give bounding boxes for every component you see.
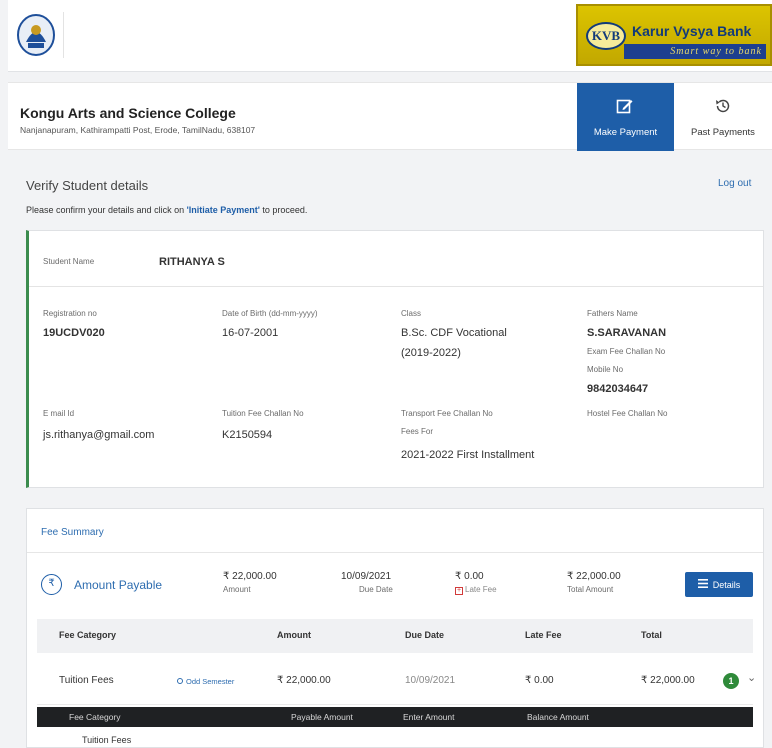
father-name-label: Fathers Name bbox=[587, 309, 638, 318]
semester-tag: Odd Semester bbox=[177, 677, 234, 686]
sub-col-balance: Balance Amount bbox=[527, 712, 589, 722]
late-fee-plus-icon: + bbox=[455, 587, 463, 595]
late-fee-value: ₹ 0.00 bbox=[455, 571, 484, 582]
instructions-tail: to proceed. bbox=[259, 205, 308, 215]
due-date-value: 10/09/2021 bbox=[341, 571, 392, 582]
row-late-fee: ₹ 0.00 bbox=[525, 675, 554, 686]
amount-payable-label: Amount Payable bbox=[74, 578, 163, 592]
bank-logo-abbr: KVB bbox=[586, 22, 626, 50]
amount-caption: Amount bbox=[223, 585, 251, 594]
fees-for-label: Fees For bbox=[401, 427, 434, 436]
dob-label: Date of Birth (dd-mm-yyyy) bbox=[222, 309, 318, 318]
top-header: KVB Karur Vysya Bank Smart way to bank bbox=[8, 0, 772, 72]
amount-payable-row: ₹ Amount Payable ₹ 22,000.00 Amount 10/0… bbox=[27, 552, 763, 615]
late-fee-caption-text: Late Fee bbox=[465, 585, 497, 594]
student-details-card: Student Name RITHANYA S Registration no … bbox=[26, 230, 764, 488]
sub-col-enter: Enter Amount bbox=[403, 712, 455, 722]
tuition-challan-value: K2150594 bbox=[222, 429, 273, 441]
bank-tagline: Smart way to bank bbox=[624, 44, 766, 59]
make-payment-label: Make Payment bbox=[593, 127, 658, 138]
due-date-caption: Due Date bbox=[359, 585, 393, 594]
late-fee-caption: + Late Fee bbox=[455, 585, 497, 595]
student-name-row: Student Name RITHANYA S bbox=[29, 231, 763, 287]
verify-instructions: Please confirm your details and click on… bbox=[26, 205, 307, 215]
logout-link[interactable]: Log out bbox=[718, 178, 751, 189]
initiate-payment-hint: 'Initiate Payment' bbox=[186, 205, 260, 215]
row-fee-category: Tuition Fees bbox=[59, 675, 114, 686]
mobile-label: Mobile No bbox=[587, 365, 624, 374]
email-label: E mail Id bbox=[43, 409, 75, 418]
col-late-fee: Late Fee bbox=[525, 630, 562, 640]
sub-table-header: Fee Category Payable Amount Enter Amount… bbox=[37, 707, 753, 727]
past-payments-button[interactable]: Past Payments bbox=[674, 83, 772, 151]
college-emblem-icon bbox=[14, 12, 64, 58]
class-label: Class bbox=[401, 309, 422, 318]
semester-radio-icon bbox=[177, 678, 183, 684]
sub-table-row: Tuition Fees bbox=[37, 727, 753, 748]
college-address: Nanjanapuram, Kathirampatti Post, Erode,… bbox=[20, 125, 256, 135]
mobile-value: 9842034647 bbox=[587, 383, 649, 395]
history-icon bbox=[714, 97, 732, 118]
fee-summary-title: Fee Summary bbox=[41, 527, 104, 538]
past-payments-label: Past Payments bbox=[691, 127, 755, 138]
col-amount: Amount bbox=[277, 630, 311, 640]
hostel-challan-label: Hostel Fee Challan No bbox=[587, 409, 668, 418]
col-fee-category: Fee Category bbox=[59, 630, 117, 640]
sub-col-fee-category: Fee Category bbox=[69, 712, 121, 722]
rupee-icon: ₹ bbox=[41, 574, 62, 595]
fees-for-value: 2021-2022 First Installment bbox=[401, 449, 535, 461]
semester-tag-text: Odd Semester bbox=[186, 677, 235, 686]
registration-label: Registration no bbox=[43, 309, 97, 318]
sub-col-payable: Payable Amount bbox=[291, 712, 353, 722]
page-title: Verify Student details bbox=[26, 178, 149, 193]
menu-icon bbox=[697, 579, 708, 590]
total-amount-caption: Total Amount bbox=[567, 585, 614, 594]
row-total: ₹ 22,000.00 bbox=[641, 675, 695, 686]
college-bar: Kongu Arts and Science College Nanjanapu… bbox=[8, 82, 772, 151]
row-due-date: 10/09/2021 bbox=[405, 675, 456, 686]
student-name-value: RITHANYA S bbox=[159, 256, 225, 268]
registration-value: 19UCDV020 bbox=[43, 327, 105, 339]
col-total: Total bbox=[641, 630, 662, 640]
fee-summary-card: Fee Summary ₹ Amount Payable ₹ 22,000.00… bbox=[26, 508, 764, 748]
exam-challan-label: Exam Fee Challan No bbox=[587, 347, 666, 356]
tuition-challan-label: Tuition Fee Challan No bbox=[222, 409, 304, 418]
edit-icon bbox=[616, 97, 634, 118]
count-badge: 1 bbox=[723, 673, 739, 689]
college-name: Kongu Arts and Science College bbox=[20, 105, 236, 121]
make-payment-button[interactable]: Make Payment bbox=[577, 83, 674, 151]
class-value-line2: (2019-2022) bbox=[401, 347, 461, 359]
instructions-text: Please confirm your details and click on bbox=[26, 205, 187, 215]
email-value: js.rithanya@gmail.com bbox=[43, 429, 155, 441]
father-name-value: S.SARAVANAN bbox=[587, 327, 667, 339]
bank-logo: KVB Karur Vysya Bank Smart way to bank bbox=[576, 4, 772, 66]
row-amount: ₹ 22,000.00 bbox=[277, 675, 331, 686]
details-button-label: Details bbox=[712, 579, 741, 590]
bank-name: Karur Vysya Bank bbox=[632, 23, 752, 39]
transport-challan-label: Transport Fee Challan No bbox=[401, 409, 493, 418]
amount-value: ₹ 22,000.00 bbox=[223, 571, 277, 582]
fee-table-header: Fee Category Amount Due Date Late Fee To… bbox=[37, 619, 753, 653]
sub-row-category: Tuition Fees bbox=[82, 735, 132, 745]
chevron-down-icon[interactable]: ⌄ bbox=[747, 671, 756, 684]
class-value-line1: B.Sc. CDF Vocational bbox=[401, 327, 507, 339]
total-amount-value: ₹ 22,000.00 bbox=[567, 571, 621, 582]
student-name-label: Student Name bbox=[43, 257, 95, 266]
col-due-date: Due Date bbox=[405, 630, 445, 640]
dob-value: 16-07-2001 bbox=[222, 327, 279, 339]
table-row[interactable]: Tuition Fees Odd Semester ₹ 22,000.00 10… bbox=[37, 655, 756, 705]
details-button[interactable]: Details bbox=[685, 572, 753, 597]
